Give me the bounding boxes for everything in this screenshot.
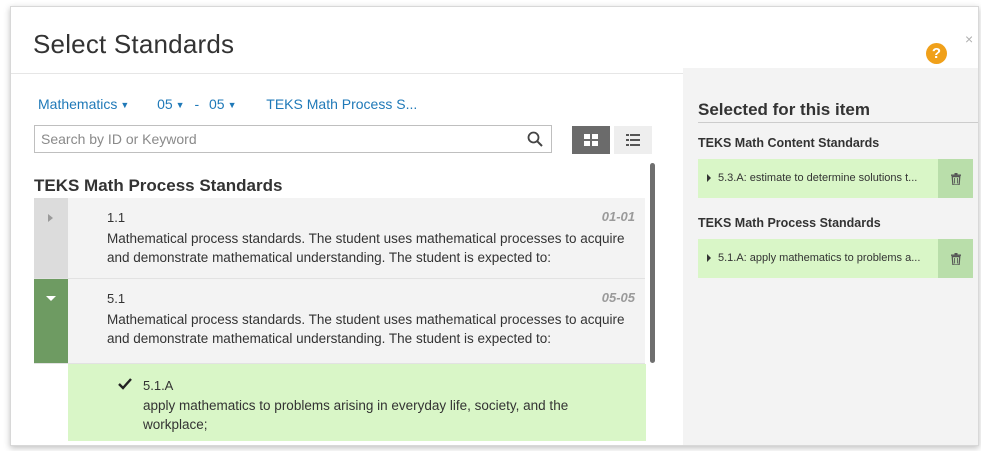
- grade-from-dropdown[interactable]: 05 ▼: [157, 96, 185, 112]
- caret-down-icon: [46, 296, 56, 301]
- list-view-button[interactable]: [614, 126, 652, 154]
- sub-standard-id: 5.1.A: [143, 378, 174, 393]
- selected-group-title: TEKS Math Process Standards: [698, 216, 881, 230]
- standard-id: 5.1: [107, 291, 126, 306]
- check-icon: [118, 378, 132, 390]
- caret-right-icon: [48, 214, 53, 222]
- filter-bar: Mathematics ▼ 05 ▼ - 05 ▼ TEKS Math Process…: [38, 96, 417, 112]
- panel-divider: [698, 122, 978, 123]
- grid-view-icon: [584, 134, 598, 146]
- list-scrollbar[interactable]: [650, 163, 655, 363]
- expand-toggle[interactable]: [34, 279, 68, 363]
- selected-standard-card[interactable]: 5.3.A: estimate to determine solutions t…: [698, 159, 973, 198]
- select-standards-dialog: Select Standards ? × Mathematics ▼ 05 ▼ - …: [10, 6, 979, 446]
- subject-label: Mathematics: [38, 96, 118, 112]
- close-button[interactable]: ×: [965, 31, 973, 47]
- standard-row[interactable]: 5.1 05-05 Mathematical process standards…: [34, 279, 645, 364]
- search-input[interactable]: [35, 126, 511, 152]
- dialog-title: Select Standards: [33, 29, 235, 59]
- standard-description: Mathematical process standards. The stud…: [107, 312, 625, 346]
- remove-standard-button[interactable]: [938, 159, 973, 198]
- remove-standard-button[interactable]: [938, 239, 973, 278]
- list-view-icon: [626, 134, 640, 146]
- caret-right-icon: [707, 174, 711, 182]
- selected-standard-text: 5.3.A: estimate to determine solutions t…: [718, 172, 918, 184]
- trash-icon: [950, 252, 961, 265]
- selected-standard-card[interactable]: 5.1.A: apply mathematics to problems a..…: [698, 239, 973, 278]
- standard-grade-range: 01-01: [601, 209, 635, 224]
- sub-standard-row[interactable]: 5.1.A apply mathematics to problems aris…: [68, 364, 646, 441]
- grade-range-separator: -: [194, 96, 200, 112]
- selected-group-title: TEKS Math Content Standards: [698, 136, 880, 150]
- trash-icon: [950, 172, 961, 185]
- grid-view-button[interactable]: [572, 126, 610, 154]
- grade-to-dropdown[interactable]: 05 ▼: [209, 96, 237, 112]
- standard-row[interactable]: 1.1 01-01 Mathematical process standards…: [34, 198, 645, 279]
- chevron-down-icon: ▼: [120, 100, 130, 110]
- selected-standard-text: 5.1.A: apply mathematics to problems a..…: [718, 252, 921, 264]
- caret-right-icon: [707, 254, 711, 262]
- standard-description: Mathematical process standards. The stud…: [107, 231, 625, 265]
- standard-grade-range: 05-05: [601, 290, 635, 305]
- search-box: [34, 125, 552, 153]
- chevron-down-icon: ▼: [175, 100, 185, 110]
- selected-standards-panel: Selected for this item TEKS Math Content…: [683, 68, 978, 445]
- subject-dropdown[interactable]: Mathematics ▼: [38, 96, 129, 112]
- standard-set-dropdown[interactable]: TEKS Math Process S...: [266, 96, 417, 112]
- selected-panel-title: Selected for this item: [698, 100, 870, 119]
- grade-from-label: 05: [157, 96, 173, 112]
- search-icon[interactable]: [527, 131, 543, 147]
- help-icon[interactable]: ?: [926, 43, 947, 64]
- expand-toggle[interactable]: [34, 198, 68, 278]
- standard-id: 1.1: [107, 210, 126, 225]
- sub-standard-description: apply mathematics to problems arising in…: [143, 398, 569, 432]
- standard-set-heading: TEKS Math Process Standards: [34, 176, 283, 195]
- chevron-down-icon: ▼: [227, 100, 237, 110]
- header-divider: [11, 73, 683, 74]
- grade-to-label: 05: [209, 96, 225, 112]
